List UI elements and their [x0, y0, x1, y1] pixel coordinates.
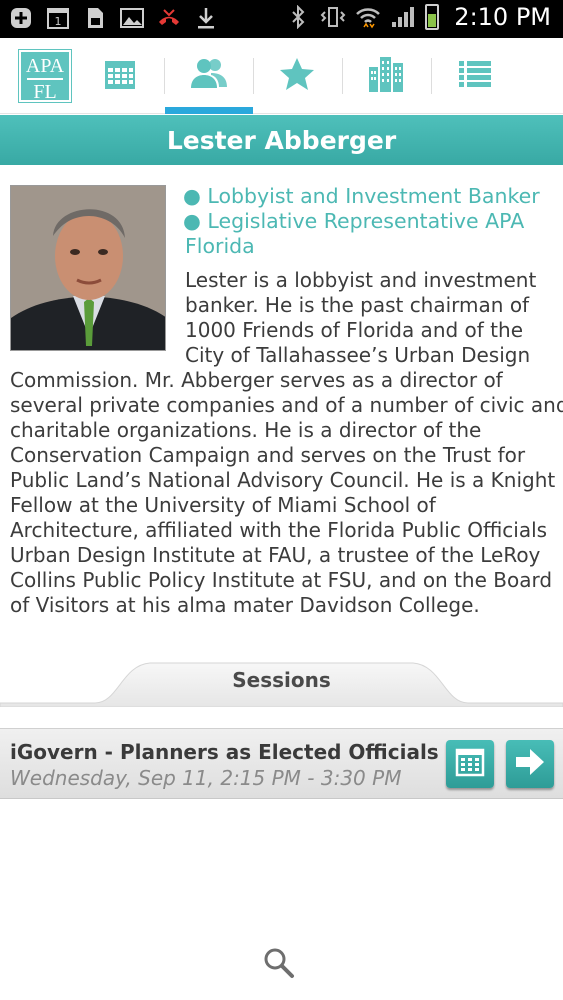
speaker-role: ● Lobbyist and Investment Banker	[183, 184, 540, 208]
vibrate-icon	[320, 4, 346, 30]
battery-icon	[425, 4, 440, 30]
calendar-icon	[455, 747, 485, 781]
tab-bar: APA FL	[0, 38, 563, 114]
missed-call-icon	[156, 5, 182, 31]
tab-home[interactable]: APA FL	[8, 38, 82, 114]
session-title: iGovern - Planners as Elected Officials	[10, 740, 439, 764]
tab-speakers[interactable]	[165, 38, 253, 114]
bullet-icon: ●	[183, 209, 201, 233]
calendar-icon	[103, 57, 137, 95]
image-icon	[119, 5, 145, 31]
speaker-role-continuation: Florida	[185, 234, 255, 258]
bio-line: banker. He is the past chairman of	[185, 293, 530, 317]
status-bar: 1 2:10 PM	[0, 0, 563, 38]
signal-icon	[390, 4, 416, 30]
speaker-role: ● Legislative Representative APA	[183, 209, 525, 233]
tab-divider	[342, 58, 343, 94]
svg-text:1: 1	[55, 15, 62, 28]
add-to-calendar-button[interactable]	[446, 740, 494, 788]
arrow-right-icon	[514, 747, 546, 781]
bio-line: of Visitors at his alma mater Davidson C…	[10, 593, 480, 617]
add-icon	[8, 5, 34, 31]
download-icon	[193, 5, 219, 31]
bio-line: Collins Public Policy Institute at FSU, …	[10, 568, 553, 592]
bio-line: City of Tallahassee’s Urban Design	[185, 343, 531, 367]
session-time: Wednesday, Sep 11, 2:15 PM - 3:30 PM	[10, 766, 402, 790]
bio-line: 1000 Friends of Florida and of the	[185, 318, 523, 342]
bullet-icon: ●	[183, 184, 201, 208]
tab-divider	[253, 58, 254, 94]
people-icon	[189, 56, 229, 96]
bio-line: Architecture, affiliated with the Florid…	[10, 518, 548, 542]
bio-line: Commission. Mr. Abberger serves as a dir…	[10, 368, 503, 392]
bio-line: Conservation Campaign and serves on the …	[10, 443, 526, 467]
bio-line: Lester is a lobbyist and investment	[185, 268, 537, 292]
bio-line: Urban Design Institute at FAU, a trustee…	[10, 543, 541, 567]
tab-list[interactable]	[434, 38, 516, 114]
speaker-header: Lester Abberger	[0, 115, 563, 165]
sessions-label: Sessions	[232, 668, 331, 692]
session-list-item[interactable]: iGovern - Planners as Elected Officials …	[0, 728, 563, 799]
bluetooth-icon	[285, 4, 311, 30]
list-icon	[458, 60, 492, 92]
session-details-button[interactable]	[506, 740, 554, 788]
tab-exhibitors[interactable]	[345, 38, 427, 114]
bio-line: several private companies and of a numbe…	[10, 393, 563, 417]
sd-card-icon	[82, 5, 108, 31]
tab-favorites[interactable]	[256, 38, 338, 114]
clock: 2:10 PM	[454, 3, 551, 31]
apa-fl-logo: APA FL	[18, 49, 72, 103]
bio-line: Public Land’s National Advisory Council.…	[10, 468, 556, 492]
wifi-icon	[355, 4, 381, 30]
speaker-bio: Lester is a lobbyist and investment bank…	[10, 268, 563, 618]
sessions-header: Sessions	[0, 655, 563, 707]
buildings-icon	[368, 55, 404, 97]
bio-line: Fellow at the University of Miami School…	[10, 493, 436, 517]
tab-divider	[431, 58, 432, 94]
bio-line: charitable organizations. He is a direct…	[10, 418, 482, 442]
star-icon	[279, 57, 315, 95]
search-icon[interactable]	[262, 946, 296, 980]
tab-schedule[interactable]	[84, 38, 156, 114]
speaker-name: Lester Abberger	[166, 125, 397, 155]
calendar-day-icon: 1	[45, 5, 71, 31]
